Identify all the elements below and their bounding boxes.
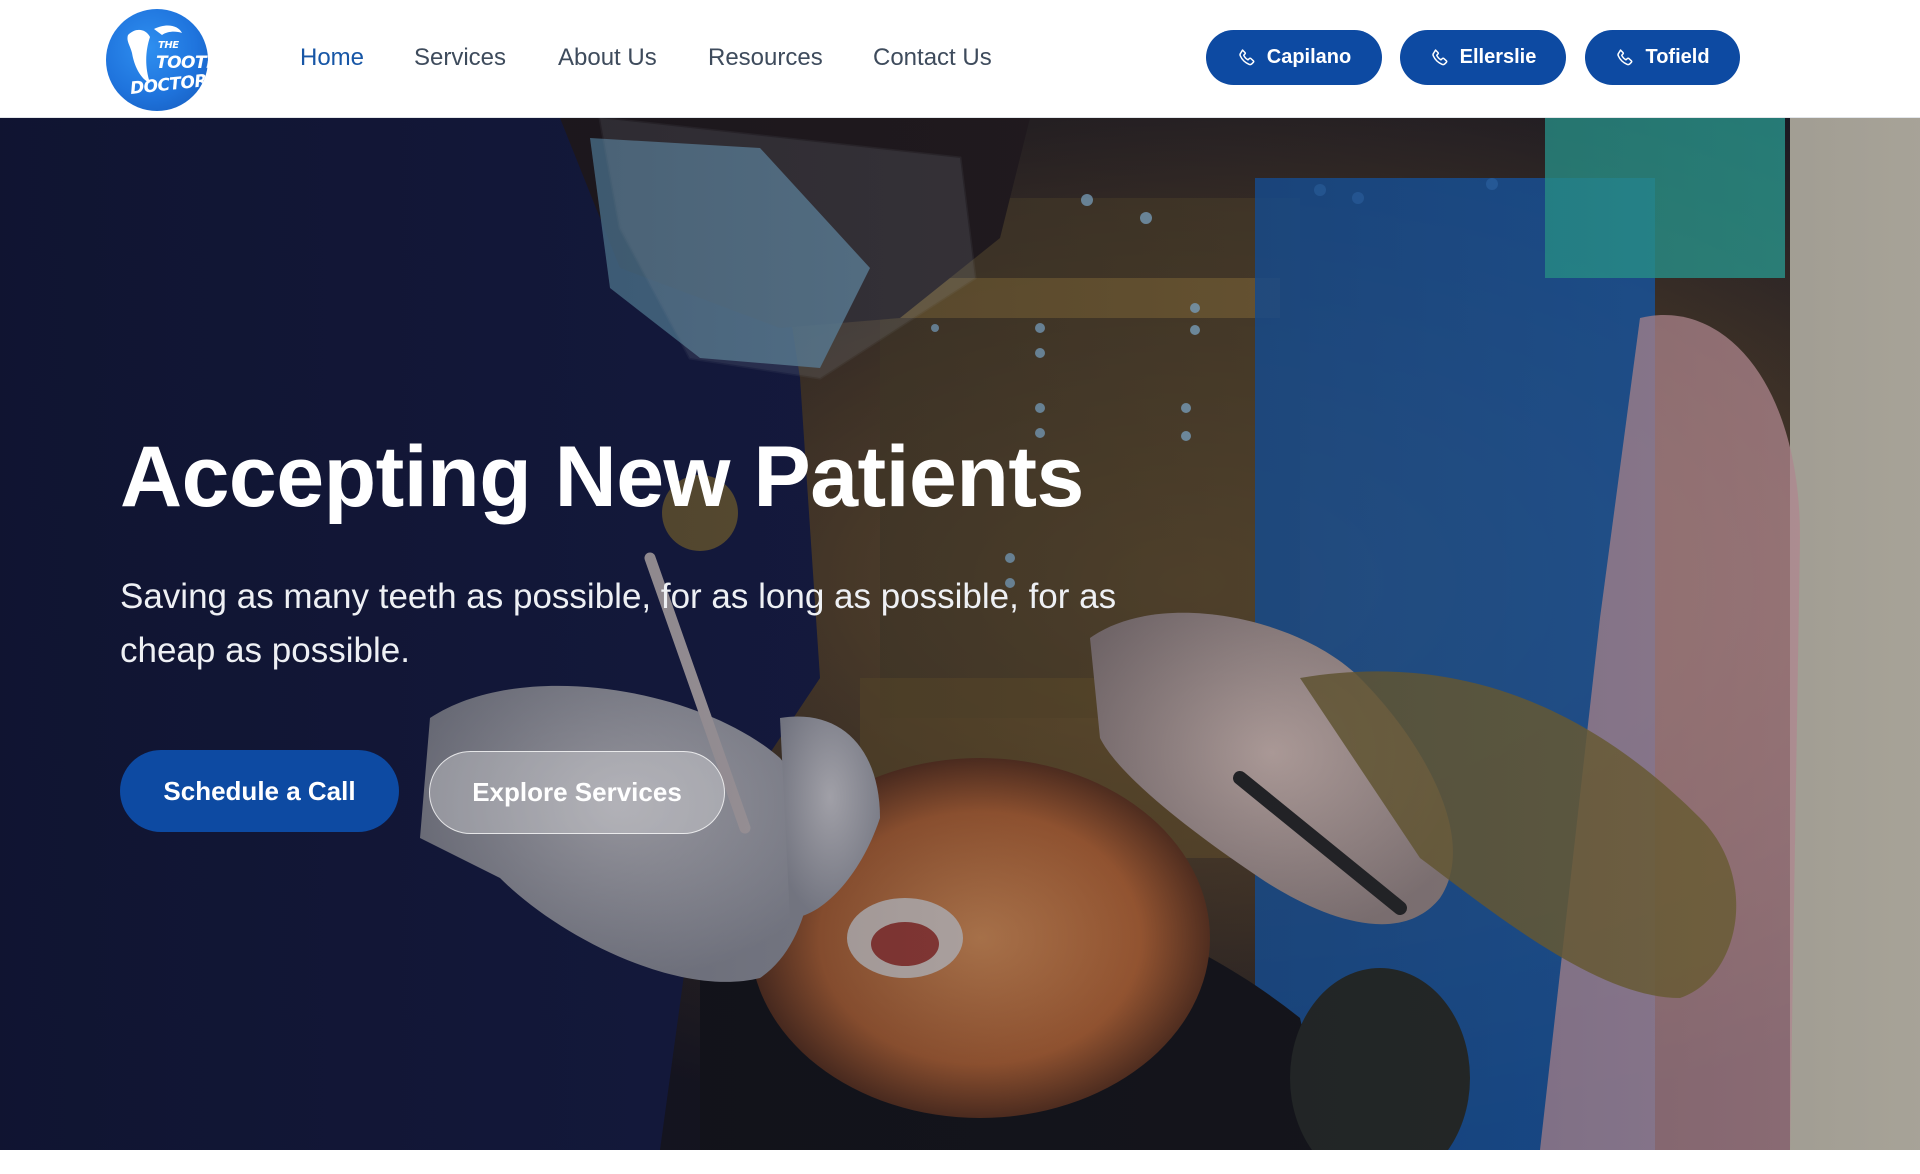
hero-subtitle: Saving as many teeth as possible, for as…: [120, 577, 1117, 670]
call-capilano-button[interactable]: Capilano: [1206, 30, 1382, 85]
logo-text-the: THE: [158, 40, 179, 51]
nav-item-services[interactable]: Services: [414, 44, 506, 72]
hero-title: Accepting New Patients: [120, 429, 1084, 525]
call-tofield-button[interactable]: Tofield: [1585, 30, 1740, 85]
phone-icon: [1431, 48, 1448, 65]
schedule-call-button[interactable]: Schedule a Call: [120, 750, 399, 832]
nav-item-resources[interactable]: Resources: [708, 44, 823, 72]
nav-item-home[interactable]: Home: [300, 44, 364, 72]
phone-icon: [1239, 48, 1255, 65]
call-ellerslie-label: Ellerslie: [1459, 46, 1537, 68]
logo-text-tooth: TOOTH: [156, 53, 208, 73]
site-header: THE TOOTH DOCTOR Home Services About Us …: [0, 0, 1920, 118]
call-tofield-label: Tofield: [1645, 46, 1710, 68]
call-capilano-label: Capilano: [1266, 46, 1352, 68]
phone-icon: [1617, 48, 1633, 65]
call-ellerslie-button[interactable]: Ellerslie: [1400, 30, 1566, 85]
hero-section: Accepting New Patients Saving as many te…: [0, 118, 1920, 1150]
nav-item-contact-us[interactable]: Contact Us: [873, 44, 992, 72]
tooth-doctor-logo[interactable]: THE TOOTH DOCTOR: [106, 9, 208, 111]
page-bottom-strip: [0, 1150, 1920, 1174]
explore-services-button[interactable]: Explore Services: [429, 751, 725, 834]
nav-item-about-us[interactable]: About Us: [558, 44, 657, 72]
